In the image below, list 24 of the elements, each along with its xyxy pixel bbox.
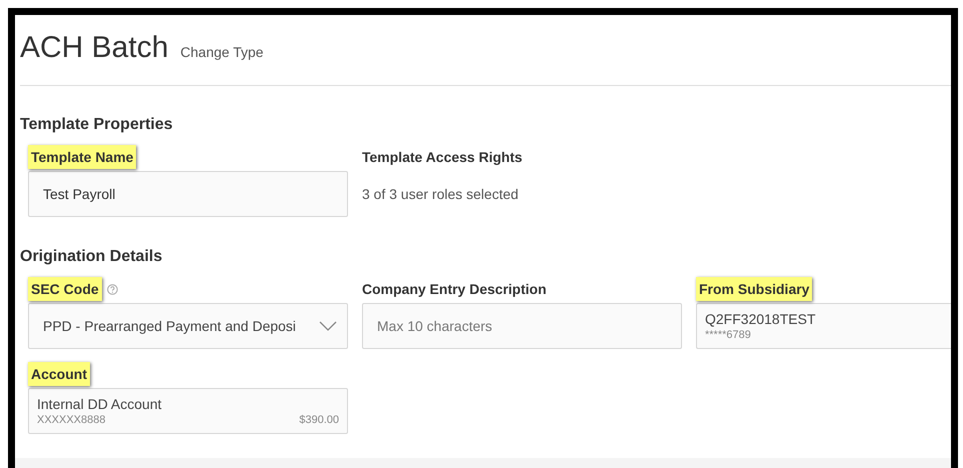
account-name: Internal DD Account bbox=[37, 394, 163, 412]
change-type-link[interactable]: Change Type bbox=[180, 44, 264, 60]
field-label: Company Entry Description bbox=[362, 280, 548, 299]
field-label: Account bbox=[28, 362, 90, 386]
account-name: Q2FF32018TEST bbox=[705, 310, 816, 328]
account-number: XXXXXX8888 bbox=[37, 412, 106, 428]
page-title: ACH Batch bbox=[20, 30, 168, 66]
account-balance: $390.00 bbox=[299, 412, 339, 428]
section-title: Origination Details bbox=[20, 247, 164, 267]
help-icon[interactable] bbox=[106, 284, 118, 294]
chevron-down-icon bbox=[319, 321, 337, 331]
field-label: From Subsidiary bbox=[696, 277, 812, 301]
account-field[interactable]: Q2FF32018TEST *****6789 bbox=[696, 303, 951, 349]
account-number: *****6789 bbox=[705, 328, 751, 342]
text-field[interactable]: Max 10 characters bbox=[362, 303, 682, 349]
field-label: SEC Code bbox=[28, 277, 102, 301]
text-field[interactable]: Test Payroll bbox=[28, 171, 348, 217]
select-field[interactable]: PPD - Prearranged Payment and Deposi bbox=[28, 303, 348, 349]
access-rights-text: 3 of 3 user roles selected bbox=[362, 185, 520, 204]
section-title: Template Properties bbox=[20, 115, 174, 135]
field-label: Template Access Rights bbox=[362, 148, 524, 167]
account-field[interactable]: Internal DD Account XXXXXX8888 $390.00 bbox=[28, 388, 348, 434]
select-value: PPD - Prearranged Payment and Deposi bbox=[43, 318, 296, 334]
field-label: Template Name bbox=[28, 145, 136, 169]
